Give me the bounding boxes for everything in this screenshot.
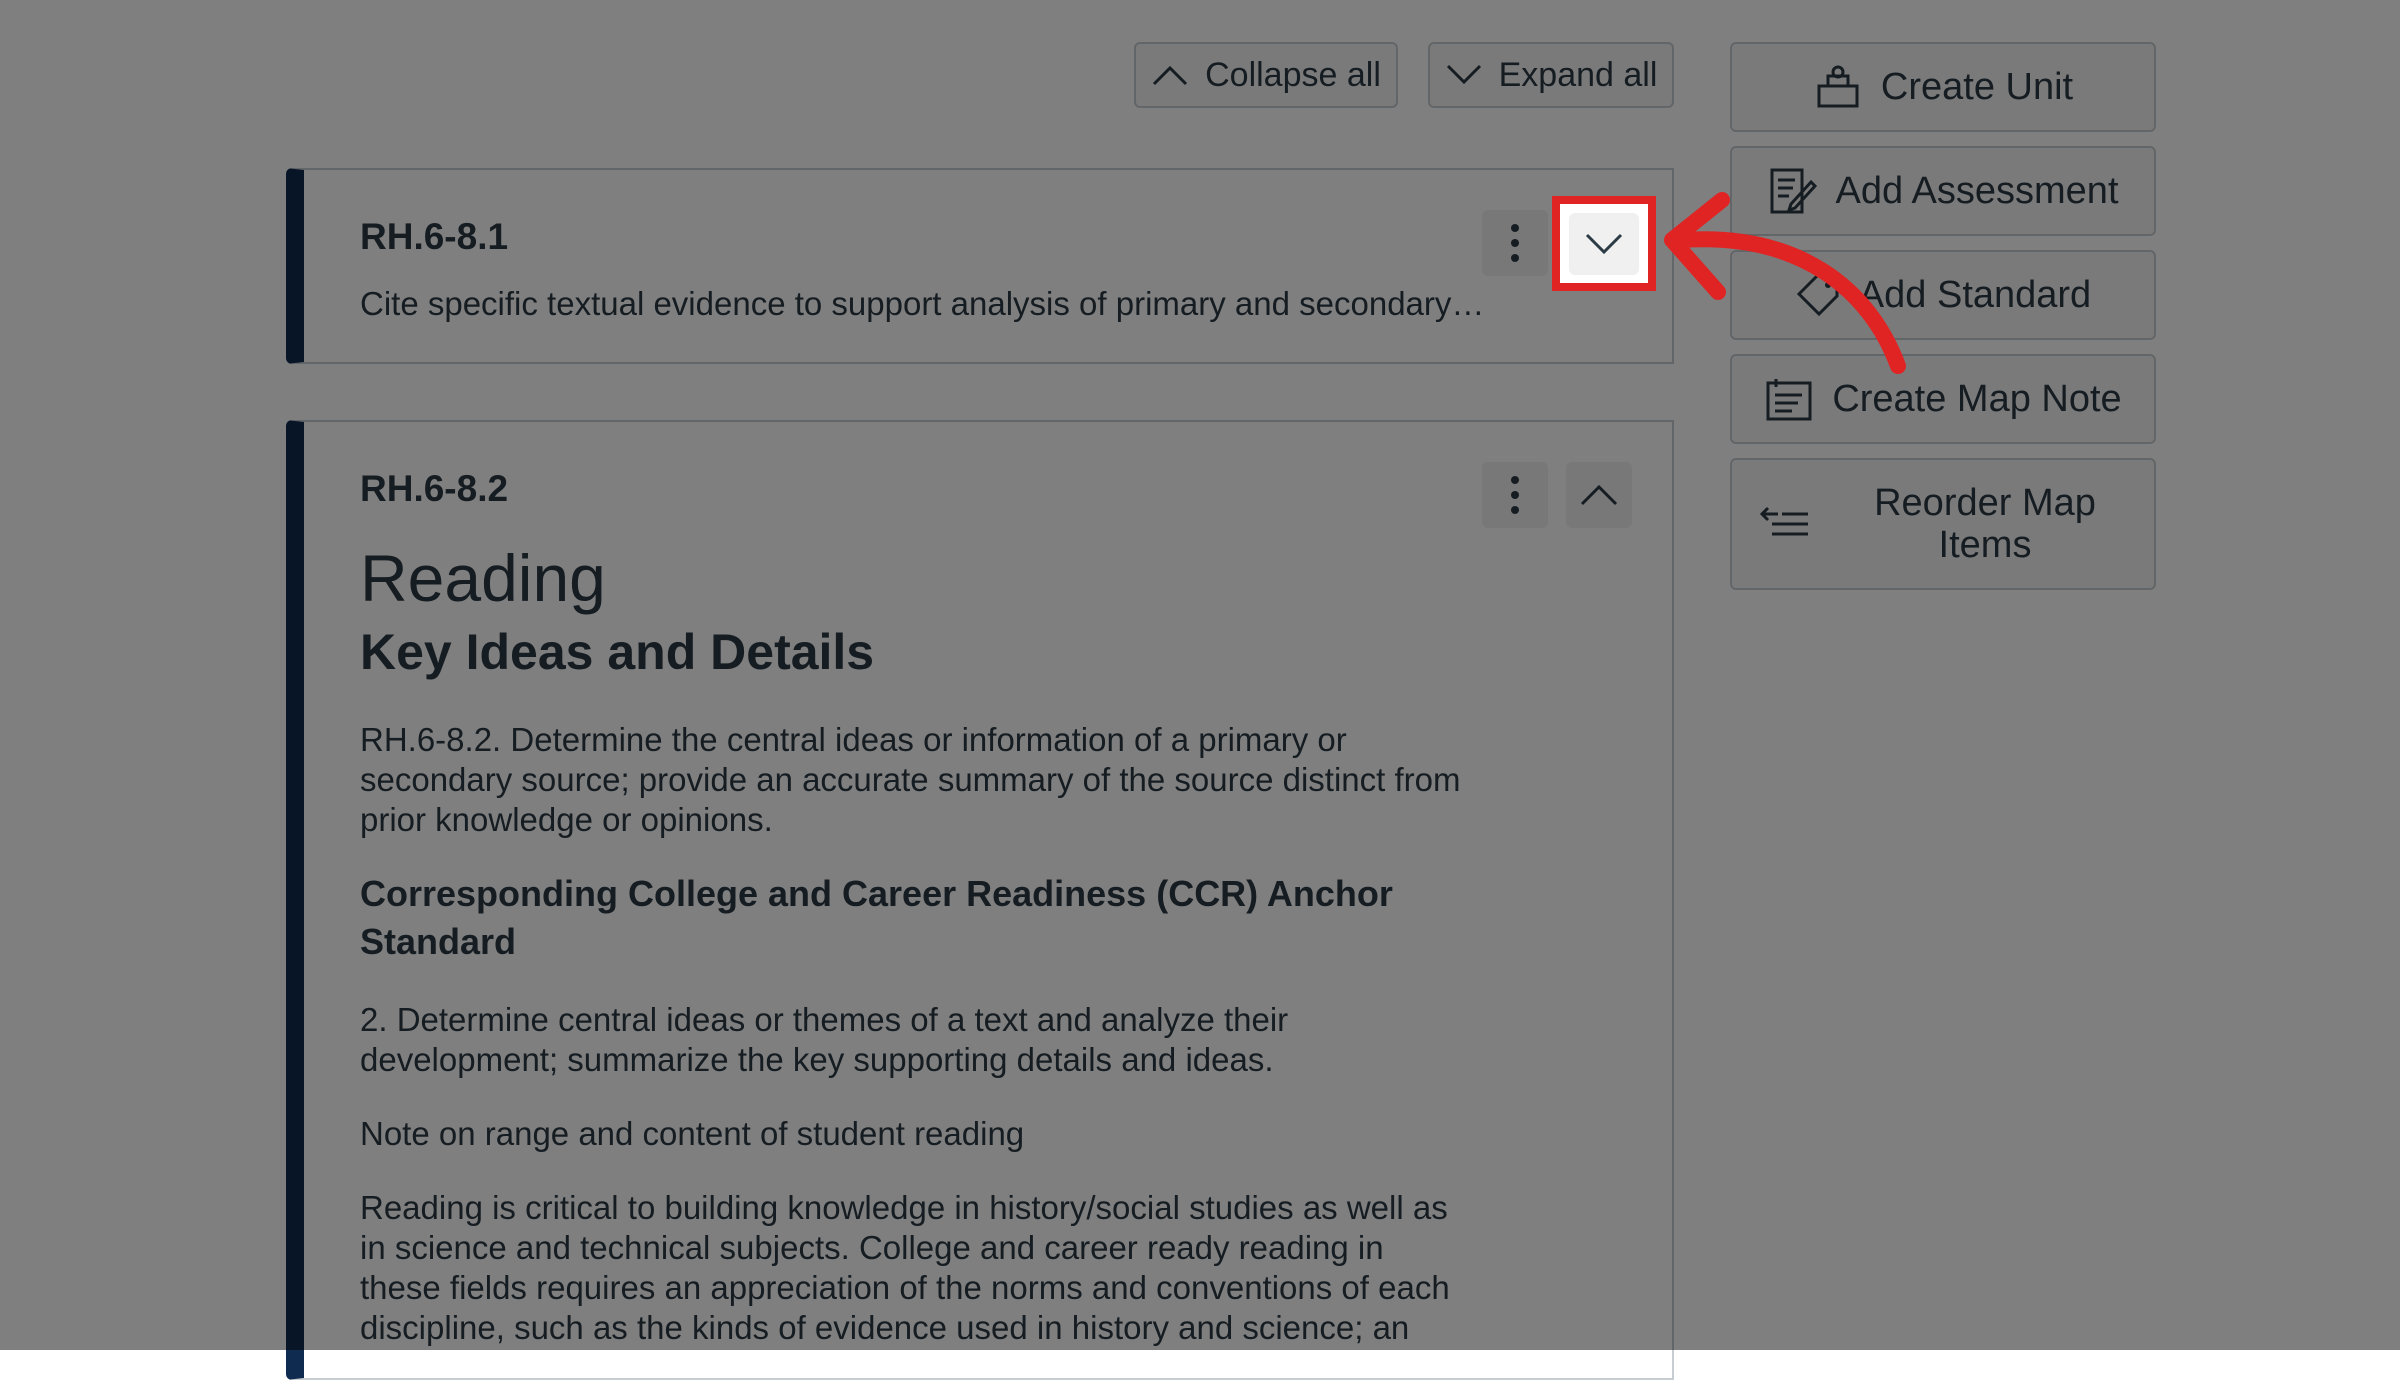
annotation-arrow (1664, 192, 1906, 374)
